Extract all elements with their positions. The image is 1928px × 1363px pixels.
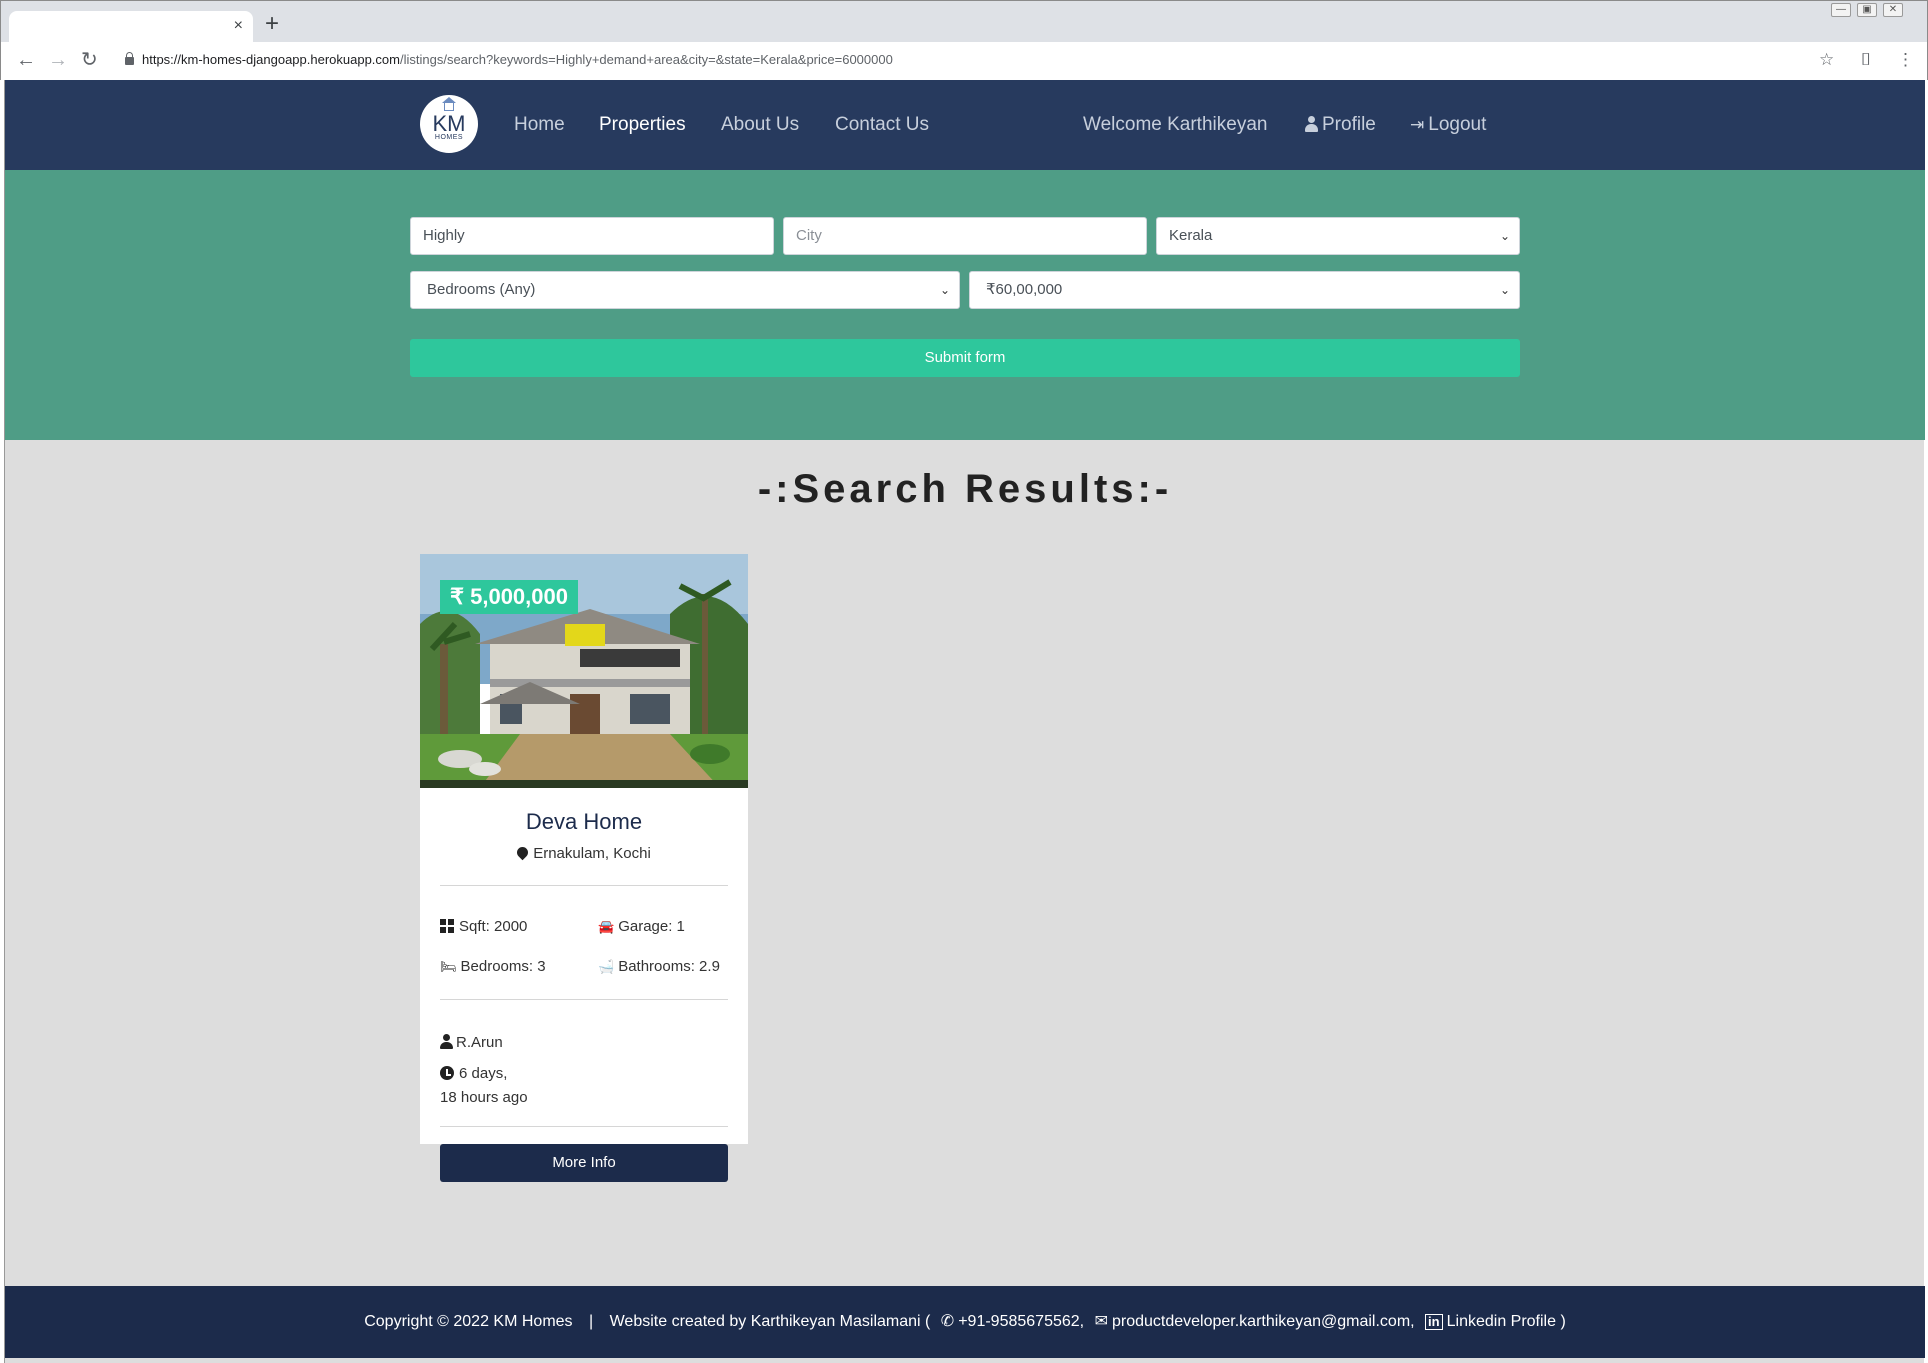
listing-location-text: Ernakulam, Kochi [533,845,651,862]
footer-created-by: Website created by Karthikeyan Masilaman… [609,1313,931,1330]
logout-label: Logout [1428,114,1487,135]
new-tab-icon[interactable]: + [265,12,279,36]
bookmark-star-icon[interactable]: ☆ [1819,50,1834,70]
bed-icon: 🛏 [440,959,457,974]
nav-link-properties[interactable]: Properties [599,113,686,137]
house-icon [442,97,456,111]
listing-listed-time: 6 days, [440,1064,507,1084]
clock-icon [440,1066,454,1080]
phone-icon: ✆ [940,1313,955,1330]
footer-phone[interactable]: +91-9585675562, [958,1313,1084,1330]
state-select-value: Kerala [1169,227,1213,244]
reload-icon[interactable]: ↻ [81,48,98,72]
nav-link-about-us[interactable]: About Us [721,113,799,137]
address-bar[interactable]: https://km-homes-djangoapp.herokuapp.com… [125,51,893,69]
browser-toolbar: ← → ↻ https://km-homes-djangoapp.herokua… [1,42,1927,81]
listing-realtor: R.Arun [440,1032,503,1053]
state-select[interactable]: Kerala ⌄ [1156,217,1520,255]
search-form-section [5,170,1925,440]
listing-time-line1: 6 days, [459,1065,508,1082]
browser-chrome: × + — ▣ ✕ ← → ↻ https://km-homes-djangoa… [0,0,1928,81]
close-tab-icon[interactable]: × [234,17,243,35]
listing-photo[interactable]: ₹ 5,000,000 [420,554,748,788]
site-navbar: KM HOMES Home Properties About Us Contac… [5,80,1925,170]
bath-icon: 🛁 [598,959,615,974]
footer-separator: | [589,1313,594,1330]
chevron-down-icon: ⌄ [1499,283,1510,297]
grid-icon [440,919,454,933]
profile-link[interactable]: Profile [1305,113,1376,137]
keywords-input[interactable]: Highly [410,217,774,255]
search-results-heading: -:Search Results:- [757,467,1173,511]
welcome-text: Welcome Karthikeyan [1083,114,1268,135]
city-input[interactable]: City [783,217,1147,255]
listing-bathrooms-text: Bathrooms: 2.9 [618,958,720,975]
listing-time-line2: 18 hours ago [440,1089,528,1106]
listing-garage: 🚘 Garage: 1 [598,917,685,937]
car-icon: 🚘 [598,919,615,934]
price-select[interactable]: ₹60,00,000 ⌄ [969,271,1520,309]
divider [440,1126,728,1127]
listing-garage-text: Garage: 1 [618,918,685,935]
site-footer: Copyright © 2022 KM Homes | Website crea… [5,1286,1925,1358]
forward-icon[interactable]: → [48,48,68,72]
price-select-value: ₹60,00,000 [986,281,1063,298]
footer-email[interactable]: productdeveloper.karthikeyan@gmail.com, [1112,1313,1415,1330]
camera-icon[interactable]: ⌷ [1861,50,1871,70]
logout-link[interactable]: ⇥ Logout [1410,113,1486,137]
sign-out-icon: ⇥ [1410,115,1425,134]
url-path: /listings/search?keywords=Highly+demand+… [399,52,893,67]
envelope-icon: ✉ [1094,1313,1108,1330]
listing-location: Ernakulam, Kochi [420,844,748,864]
footer-copyright: Copyright © 2022 KM Homes [364,1313,573,1330]
bedrooms-select-value: Bedrooms (Any) [427,281,536,298]
lock-icon [125,52,134,65]
divider [440,885,728,886]
nav-link-contact-us[interactable]: Contact Us [835,113,929,137]
listing-title: Deva Home [525,809,643,834]
listing-realtor-text: R.Arun [456,1034,503,1051]
bedrooms-select[interactable]: Bedrooms (Any) ⌄ [410,271,960,309]
user-icon [1305,116,1318,132]
profile-label: Profile [1322,114,1376,135]
chevron-down-icon: ⌄ [1499,229,1510,243]
listing-bathrooms: 🛁 Bathrooms: 2.9 [598,957,720,977]
website-viewport: KM HOMES Home Properties About Us Contac… [4,80,1925,1363]
listing-sqft-text: Sqft: 2000 [459,918,528,935]
listing-sqft: Sqft: 2000 [440,917,527,937]
nav-link-home[interactable]: Home [514,113,565,137]
submit-form-button[interactable]: Submit form [410,339,1520,377]
window-close-icon[interactable]: ✕ [1883,3,1903,17]
more-info-button[interactable]: More Info [440,1144,728,1182]
tab-strip: × + — ▣ ✕ [1,1,1927,42]
listing-price-badge: ₹ 5,000,000 [440,580,578,614]
back-icon[interactable]: ← [16,48,36,72]
browser-tab[interactable]: × [9,11,253,42]
listing-bedrooms-text: Bedrooms: 3 [460,958,546,975]
footer-linkedin[interactable]: Linkedin Profile ) [1447,1313,1566,1330]
logo-subtext: HOMES [434,134,464,141]
minimize-icon[interactable]: — [1831,3,1851,17]
logo-text: KM [432,111,466,136]
site-logo[interactable]: KM HOMES [420,95,478,153]
listing-card: ₹ 5,000,000 Deva Home Ernakulam, Kochi S… [420,554,748,1144]
restore-icon[interactable]: ▣ [1857,3,1877,17]
chevron-down-icon: ⌄ [939,283,950,297]
listing-bedrooms: 🛏 Bedrooms: 3 [440,957,546,977]
map-marker-icon [514,844,531,861]
url-host: https://km-homes-djangoapp.herokuapp.com [142,52,400,67]
user-icon [440,1034,453,1049]
divider [440,999,728,1000]
linkedin-icon: in [1425,1314,1443,1330]
menu-dots-icon[interactable]: ⋮ [1897,50,1914,70]
